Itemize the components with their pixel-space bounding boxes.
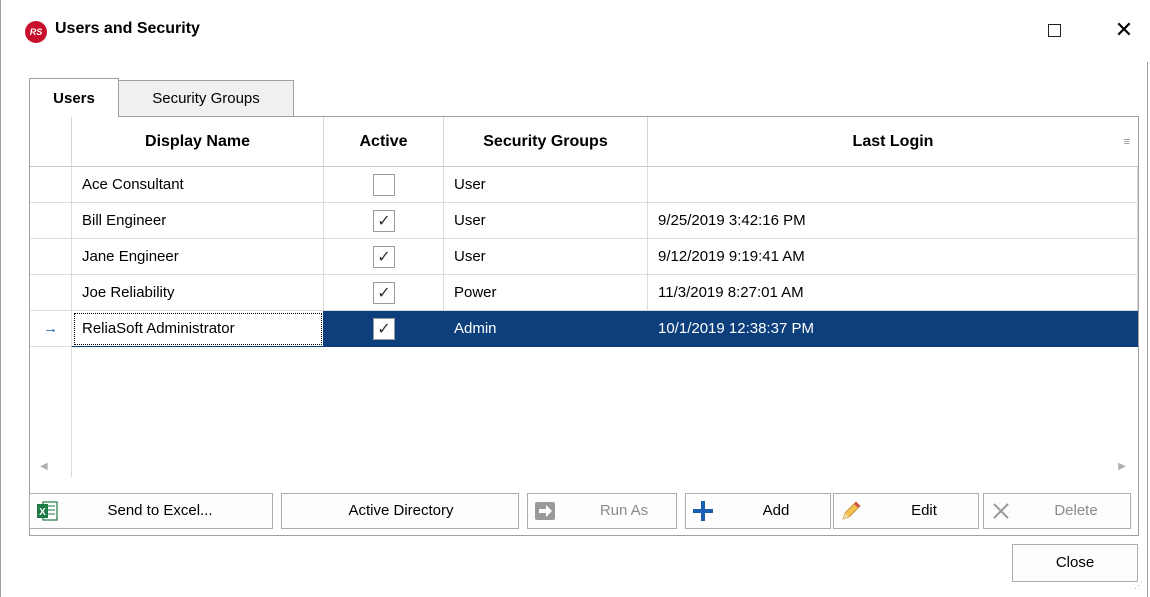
edit-label: Edit <box>911 502 937 519</box>
active-directory-button[interactable]: Active Directory <box>281 493 519 529</box>
column-header-display-name[interactable]: Display Name <box>72 117 324 167</box>
last-login-header-label: Last Login <box>852 133 934 150</box>
table-row[interactable]: Jane Engineer ✓ User 9/12/2019 9:19:41 A… <box>30 239 1138 275</box>
add-button[interactable]: Add <box>685 493 831 529</box>
add-label: Add <box>762 502 790 519</box>
active-checkbox[interactable]: ✓ <box>373 246 395 268</box>
active-cell[interactable]: ✓ <box>324 203 444 239</box>
window-close-button[interactable]: ✕ <box>1101 14 1147 48</box>
run-as-button[interactable]: Run As <box>527 493 677 529</box>
security-group-cell[interactable]: User <box>444 167 648 203</box>
security-group-cell[interactable]: User <box>444 239 648 275</box>
security-group-cell[interactable]: Power <box>444 275 648 311</box>
run-as-label: Run As <box>599 502 649 519</box>
row-indicator-column-fill <box>30 347 72 477</box>
row-indicator <box>30 275 72 311</box>
send-to-excel-button[interactable]: X Send to Excel... <box>29 493 273 529</box>
display-name-cell[interactable]: Bill Engineer <box>72 203 324 239</box>
active-cell[interactable]: ✓ <box>324 275 444 311</box>
active-checkbox[interactable]: ✓ <box>373 210 395 232</box>
last-login-cell[interactable]: 11/3/2019 8:27:01 AM <box>648 275 1138 311</box>
table-row[interactable]: Ace Consultant User <box>30 167 1138 203</box>
security-group-cell[interactable]: User <box>444 203 648 239</box>
display-name-cell[interactable]: Ace Consultant <box>72 167 324 203</box>
active-checkbox[interactable]: ✓ <box>373 282 395 304</box>
column-header-security-groups[interactable]: Security Groups <box>444 117 648 167</box>
active-cell[interactable]: ✓ <box>324 239 444 275</box>
send-to-excel-label: Send to Excel... <box>107 502 213 519</box>
delete-label: Delete <box>1054 502 1098 519</box>
users-security-window: RS Users and Security ✕ Users Security G… <box>0 0 1149 597</box>
run-as-icon <box>535 502 555 520</box>
display-name-cell[interactable]: ReliaSoft Administrator <box>72 311 324 347</box>
active-directory-label: Active Directory <box>348 502 454 519</box>
users-grid-panel: Display Name Active Security Groups Last… <box>29 116 1139 536</box>
resize-grip-icon[interactable]: ⋰ <box>1134 580 1143 591</box>
display-name-cell[interactable]: Jane Engineer <box>72 239 324 275</box>
maximize-icon <box>1047 24 1061 38</box>
row-indicator <box>30 239 72 275</box>
column-header-active[interactable]: Active <box>324 117 444 167</box>
title-bar: RS Users and Security ✕ <box>1 0 1149 62</box>
scroll-left-icon[interactable]: ◀ <box>40 461 48 472</box>
active-cell[interactable] <box>324 167 444 203</box>
pencil-icon <box>842 501 861 520</box>
last-login-cell[interactable] <box>648 167 1138 203</box>
maximize-button[interactable] <box>1031 14 1077 48</box>
display-name-cell[interactable]: Joe Reliability <box>72 275 324 311</box>
table-row[interactable]: Joe Reliability ✓ Power 11/3/2019 8:27:0… <box>30 275 1138 311</box>
active-cell[interactable]: ✓ <box>324 311 444 347</box>
edit-button[interactable]: Edit <box>833 493 979 529</box>
app-logo-icon: RS <box>25 21 47 43</box>
row-indicator-header <box>30 117 72 167</box>
last-login-cell[interactable]: 9/12/2019 9:19:41 AM <box>648 239 1138 275</box>
active-checkbox[interactable]: ✓ <box>373 318 395 340</box>
active-checkbox[interactable] <box>373 174 395 196</box>
table-row-selected[interactable]: → ReliaSoft Administrator ✓ Admin 10/1/2… <box>30 311 1138 347</box>
scroll-right-icon[interactable]: ▶ <box>1118 461 1126 472</box>
last-login-cell[interactable]: 9/25/2019 3:42:16 PM <box>648 203 1138 239</box>
column-header-last-login[interactable]: Last Login ≡ <box>648 117 1138 167</box>
window-title: Users and Security <box>55 20 200 37</box>
delete-button[interactable]: Delete <box>983 493 1131 529</box>
row-indicator <box>30 167 72 203</box>
column-chooser-icon[interactable]: ≡ <box>1124 117 1130 167</box>
security-group-cell[interactable]: Admin <box>444 311 648 347</box>
close-button[interactable]: Close <box>1012 544 1138 582</box>
row-indicator <box>30 203 72 239</box>
table-row[interactable]: Bill Engineer ✓ User 9/25/2019 3:42:16 P… <box>30 203 1138 239</box>
plus-icon <box>693 501 713 521</box>
delete-x-icon <box>993 503 1009 519</box>
tab-users[interactable]: Users <box>29 78 119 117</box>
current-row-arrow-icon: → <box>30 311 72 347</box>
tab-security-groups[interactable]: Security Groups <box>118 80 294 116</box>
last-login-cell[interactable]: 10/1/2019 12:38:37 PM <box>648 311 1138 347</box>
